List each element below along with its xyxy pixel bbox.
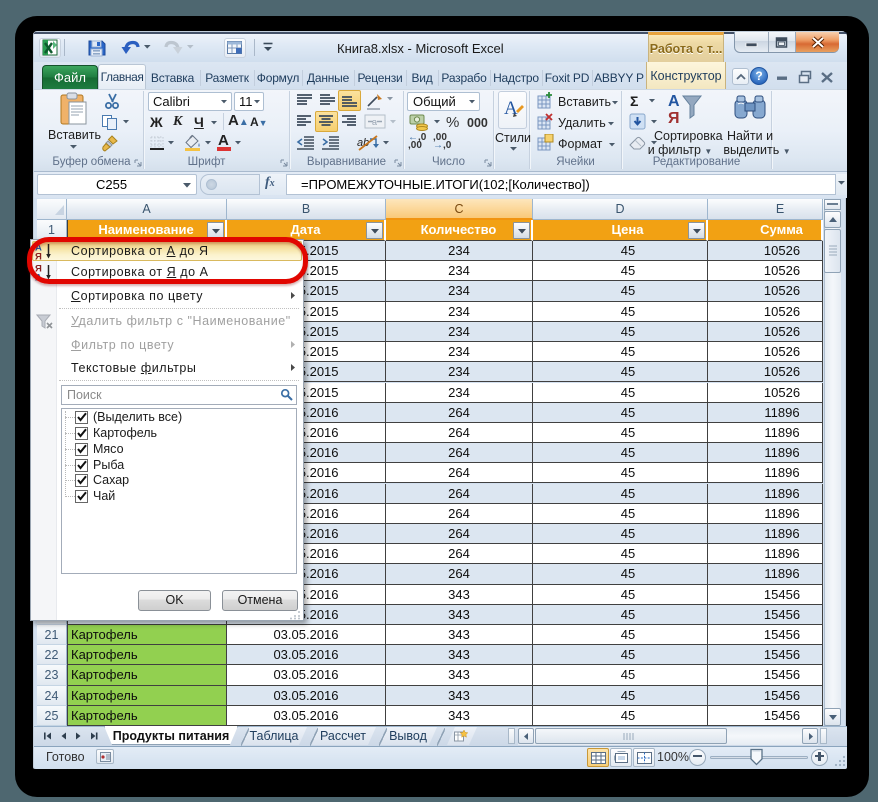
- svg-text:a: a: [372, 117, 377, 127]
- svg-text:Я: Я: [668, 110, 680, 127]
- svg-text:А: А: [668, 93, 680, 110]
